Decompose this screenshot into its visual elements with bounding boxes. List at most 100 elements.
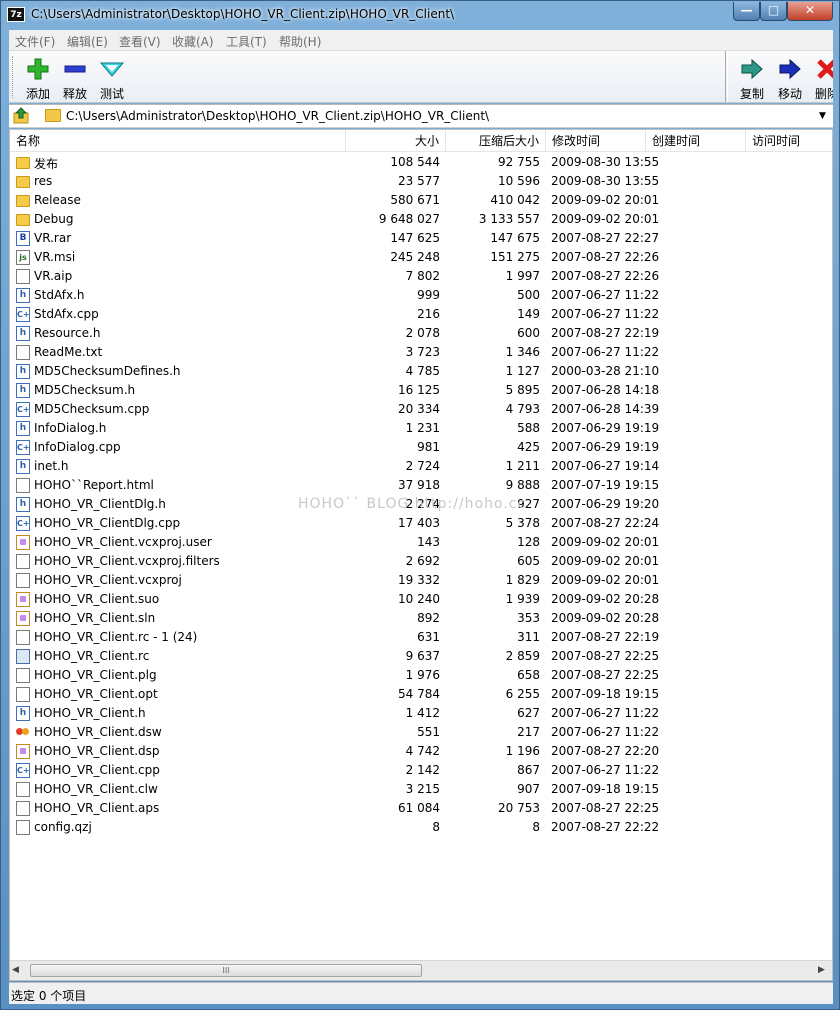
file-size: 4 785: [405, 364, 440, 378]
file-row[interactable]: HOHO_VR_Client.sln 892 353 2009-09-02 20:28: [10, 609, 832, 628]
file-row[interactable]: HOHO_VR_Client.opt 54 784 6 255 2007-09-18 …: [10, 685, 832, 704]
file-row[interactable]: HOHO_VR_Client.aps 61 084 20 753 2007-08-27…: [10, 799, 832, 818]
file-row[interactable]: h Resource.h 2 078 600 2007-08-27 22:19: [10, 324, 832, 343]
file-icon: [16, 630, 30, 645]
file-row[interactable]: 发布 108 544 92 755 2009-08-30 13:55: [10, 153, 832, 172]
file-row[interactable]: h StdAfx.h 999 500 2007-06-27 11:22: [10, 286, 832, 305]
file-name: HOHO_VR_Client.suo: [34, 592, 160, 606]
file-size: 981: [417, 440, 440, 454]
title-bar[interactable]: 7z C:\Users\Administrator\Desktop\HOHO_V…: [1, 1, 840, 29]
file-packed-size: 867: [517, 763, 540, 777]
file-row[interactable]: h MD5ChecksumDefines.h 4 785 1 127 2000-03-2…: [10, 362, 832, 381]
7zip-app-icon: 7z: [7, 7, 25, 22]
file-row[interactable]: h InfoDialog.h 1 231 588 2007-06-29 19:19: [10, 419, 832, 438]
move-arrow-icon: [778, 57, 802, 81]
file-row[interactable]: HOHO_VR_Client.clw 3 215 907 2007-09-18 19:…: [10, 780, 832, 799]
copy-button[interactable]: 复制: [734, 57, 770, 101]
file-name: InfoDialog.h: [34, 421, 107, 435]
file-modified: 2007-08-27 22:27: [551, 231, 660, 245]
file-packed-size: 1 196: [505, 744, 540, 758]
status-bar: 选定 0 个项目: [9, 982, 833, 1004]
file-row[interactable]: HOHO_VR_Client.plg 1 976 658 2007-08-27 22:…: [10, 666, 832, 685]
file-row[interactable]: HOHO_VR_Client.vcxproj.filters 2 692 605 20…: [10, 552, 832, 571]
file-row[interactable]: config.qzj 8 8 2007-08-27 22:22: [10, 818, 832, 837]
file-size: 37 918: [398, 478, 440, 492]
file-row[interactable]: js VR.msi 245 248 151 275 2007-08-27 22:26: [10, 248, 832, 267]
file-row[interactable]: Debug 9 648 027 3 133 557 2009-09-02 20:01: [10, 210, 832, 229]
file-modified: 2007-08-27 22:25: [551, 668, 660, 682]
file-row[interactable]: HOHO_VR_Client.rc - 1 (24) 631 311 2007-08-…: [10, 628, 832, 647]
file-name: VR.aip: [34, 269, 73, 283]
file-modified: 2007-08-27 22:26: [551, 250, 660, 264]
file-row[interactable]: C+ MD5Checksum.cpp 20 334 4 793 2007-06-28 1…: [10, 400, 832, 419]
file-size: 54 784: [398, 687, 440, 701]
file-size: 16 125: [398, 383, 440, 397]
file-row[interactable]: HOHO_VR_Client.suo 10 240 1 939 2009-09-02 …: [10, 590, 832, 609]
file-name: HOHO_VR_Client.vcxproj.filters: [34, 554, 220, 568]
file-modified: 2009-08-30 13:55: [551, 155, 660, 169]
horizontal-scrollbar[interactable]: ◀ III ▶: [10, 960, 832, 980]
menu-favorites[interactable]: 收藏(A): [172, 33, 214, 50]
file-packed-size: 20 753: [498, 801, 540, 815]
scroll-thumb[interactable]: III: [30, 964, 422, 977]
file-row[interactable]: h inet.h 2 724 1 211 2007-06-27 19:14: [10, 457, 832, 476]
menu-help[interactable]: 帮助(H): [279, 33, 321, 50]
file-name: HOHO_VR_Client.dsw: [34, 725, 162, 739]
file-row[interactable]: HOHO_VR_Client.dsp 4 742 1 196 2007-08-27 2…: [10, 742, 832, 761]
column-created[interactable]: 创建时间: [646, 130, 746, 152]
maximize-button[interactable]: □: [760, 2, 787, 21]
address-path-input[interactable]: C:\Users\Administrator\Desktop\HOHO_VR_C…: [66, 109, 489, 123]
file-modified: 2000-03-28 21:10: [551, 364, 660, 378]
test-button[interactable]: 测试: [94, 57, 130, 101]
file-name: Resource.h: [34, 326, 101, 340]
menu-file[interactable]: 文件(F): [15, 33, 55, 50]
file-name: ReadMe.txt: [34, 345, 103, 359]
address-dropdown-icon[interactable]: ▼: [819, 111, 826, 121]
file-modified: 2007-06-29 19:19: [551, 421, 660, 435]
add-button[interactable]: 添加: [20, 57, 56, 101]
column-accessed[interactable]: 访问时间: [746, 130, 832, 152]
file-row[interactable]: C+ HOHO_VR_ClientDlg.cpp 17 403 5 378 2007-0…: [10, 514, 832, 533]
menu-view[interactable]: 查看(V): [119, 33, 161, 50]
file-row[interactable]: VR.aip 7 802 1 997 2007-08-27 22:26: [10, 267, 832, 286]
extract-button[interactable]: 释放: [57, 57, 93, 101]
file-row[interactable]: h MD5Checksum.h 16 125 5 895 2007-06-28 14:1…: [10, 381, 832, 400]
column-name[interactable]: 名称: [10, 130, 346, 152]
file-row[interactable]: C+ InfoDialog.cpp 981 425 2007-06-29 19:19: [10, 438, 832, 457]
file-row[interactable]: C+ HOHO_VR_Client.cpp 2 142 867 2007-06-27 1…: [10, 761, 832, 780]
column-packed-size[interactable]: 压缩后大小: [446, 130, 546, 152]
column-size[interactable]: 大小: [346, 130, 446, 152]
toolbar-grip[interactable]: [12, 56, 15, 98]
column-modified[interactable]: 修改时间: [546, 130, 646, 152]
address-bar: C:\Users\Administrator\Desktop\HOHO_VR_C…: [9, 104, 833, 128]
scroll-right-icon[interactable]: ▶: [818, 965, 825, 975]
file-row[interactable]: HOHO_VR_Client.vcxproj.user 143 128 2009-09…: [10, 533, 832, 552]
file-row[interactable]: B VR.rar 147 625 147 675 2007-08-27 22:27: [10, 229, 832, 248]
file-row[interactable]: HOHO_VR_Client.vcxproj 19 332 1 829 2009-09…: [10, 571, 832, 590]
scroll-left-icon[interactable]: ◀: [12, 965, 19, 975]
minimize-button[interactable]: —: [733, 2, 760, 21]
move-button[interactable]: 移动: [772, 57, 808, 101]
file-name: HOHO_VR_Client.clw: [34, 782, 158, 796]
file-row[interactable]: HOHO_VR_Client.dsw 551 217 2007-06-27 11:22: [10, 723, 832, 742]
file-name: HOHO_VR_ClientDlg.cpp: [34, 516, 181, 530]
file-row[interactable]: HOHO_VR_Client.rc 9 637 2 859 2007-08-27 22…: [10, 647, 832, 666]
file-packed-size: 500: [517, 288, 540, 302]
file-name: HOHO_VR_Client.plg: [34, 668, 157, 682]
file-modified: 2007-06-29 19:20: [551, 497, 660, 511]
file-row[interactable]: HOHO``Report.html 37 918 9 888 2007-07-19 1…: [10, 476, 832, 495]
file-list[interactable]: 名称 大小 压缩后大小 修改时间 创建时间 访问时间 发布 108 544 92 7…: [9, 129, 833, 981]
file-row[interactable]: Release 580 671 410 042 2009-09-02 20:01: [10, 191, 832, 210]
delete-button[interactable]: 删除: [809, 57, 833, 101]
delete-x-icon: [815, 57, 833, 81]
file-name: MD5ChecksumDefines.h: [34, 364, 181, 378]
close-button[interactable]: ✕: [787, 2, 833, 21]
menu-tools[interactable]: 工具(T): [226, 33, 267, 50]
folder-up-button[interactable]: [11, 107, 31, 125]
file-row[interactable]: res 23 577 10 596 2009-08-30 13:55: [10, 172, 832, 191]
file-row[interactable]: C+ StdAfx.cpp 216 149 2007-06-27 11:22: [10, 305, 832, 324]
file-row[interactable]: h HOHO_VR_Client.h 1 412 627 2007-06-27 11:2…: [10, 704, 832, 723]
file-row[interactable]: ReadMe.txt 3 723 1 346 2007-06-27 11:22: [10, 343, 832, 362]
menu-edit[interactable]: 编辑(E): [67, 33, 108, 50]
move-label: 移动: [777, 87, 802, 101]
